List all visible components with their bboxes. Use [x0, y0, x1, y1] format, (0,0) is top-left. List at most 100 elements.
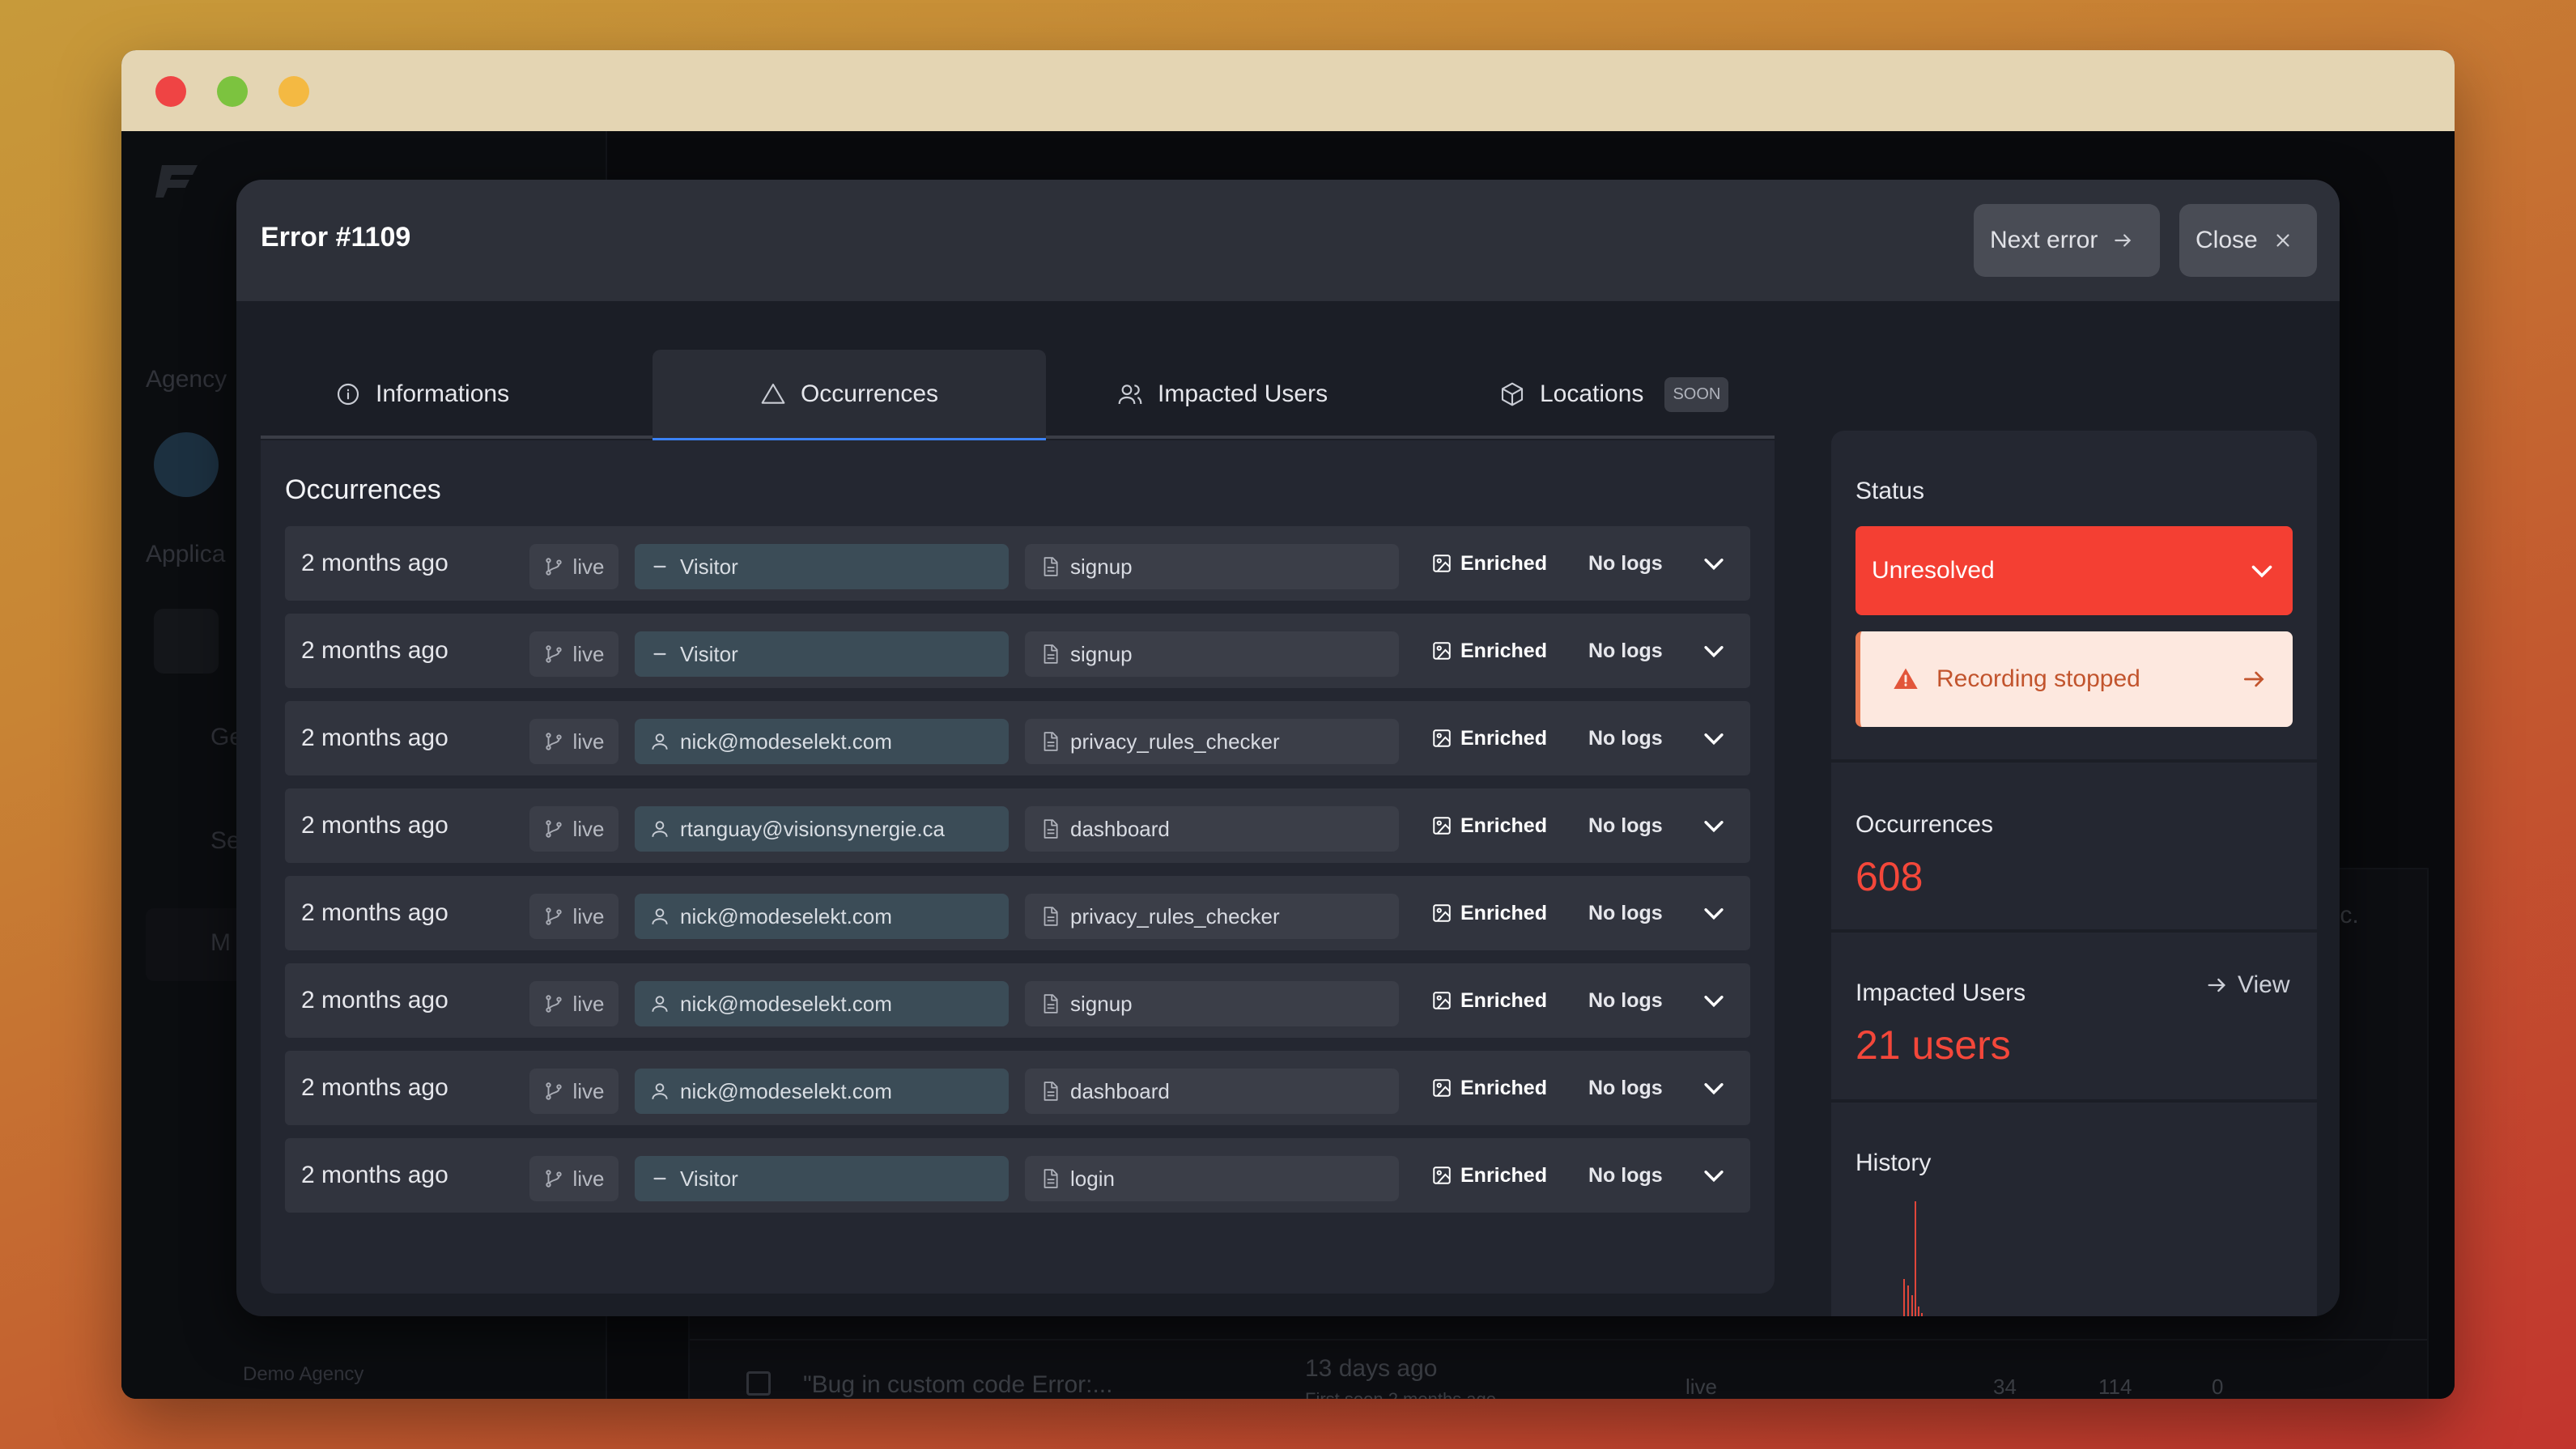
page-chip[interactable]: signup [1025, 631, 1399, 677]
environment-badge: live [529, 1156, 618, 1201]
enriched-badge: Enriched [1431, 1138, 1547, 1213]
expand-row-button[interactable] [1700, 876, 1728, 950]
occurrence-row[interactable]: 2 months ago live nick@modeselekt.com pr… [285, 876, 1750, 950]
user-icon [652, 821, 668, 837]
next-error-button[interactable]: Next error [1974, 204, 2160, 277]
occurrence-time: 2 months ago [301, 987, 448, 1013]
occurrence-row[interactable]: 2 months ago live nick@modeselekt.com da… [285, 1051, 1750, 1125]
expand-row-button[interactable] [1700, 963, 1728, 1038]
environment-label: live [572, 816, 605, 841]
expand-row-button[interactable] [1700, 1138, 1728, 1213]
expand-row-button[interactable] [1700, 788, 1728, 863]
page-chip[interactable]: login [1025, 1156, 1399, 1201]
branch-icon [546, 733, 563, 750]
occurrence-row[interactable]: 2 months ago live Visitor signup Enriche… [285, 526, 1750, 601]
branch-icon [546, 558, 563, 576]
user-chip[interactable]: Visitor [635, 1156, 1009, 1201]
chevron-down-icon [1704, 1083, 1724, 1095]
enriched-label: Enriched [1460, 1076, 1547, 1099]
environment-label: live [572, 641, 605, 666]
user-chip[interactable]: nick@modeselekt.com [635, 719, 1009, 764]
app-window: Agency Applica Ge Se M Demo Agency Rec. … [121, 50, 2455, 1399]
enriched-badge: Enriched [1431, 788, 1547, 863]
image-icon [1433, 817, 1451, 835]
info-icon [337, 383, 359, 406]
environment-badge: live [529, 719, 618, 764]
occurrence-row[interactable]: 2 months ago live rtanguay@visionsynergi… [285, 788, 1750, 863]
occurrence-time: 2 months ago [301, 637, 448, 664]
occurrence-time: 2 months ago [301, 724, 448, 751]
window-titlebar [121, 50, 2455, 131]
user-label: nick@modeselekt.com [680, 903, 892, 928]
user-chip[interactable]: Visitor [635, 631, 1009, 677]
tab-locations[interactable]: Locations SOON [1499, 350, 1729, 439]
page-label: login [1070, 1166, 1115, 1191]
user-icon [652, 908, 668, 924]
environment-label: live [572, 1166, 605, 1191]
page-chip[interactable]: signup [1025, 981, 1399, 1026]
occurrence-row[interactable]: 2 months ago live nick@modeselekt.com si… [285, 963, 1750, 1038]
close-label: Close [2196, 227, 2258, 253]
page-chip[interactable]: dashboard [1025, 806, 1399, 852]
status-value: Unresolved [1872, 557, 1995, 584]
occurrence-time: 2 months ago [301, 899, 448, 926]
page-chip[interactable]: dashboard [1025, 1069, 1399, 1114]
enriched-label: Enriched [1460, 726, 1547, 750]
enriched-label: Enriched [1460, 639, 1547, 662]
recording-stopped-card[interactable]: Recording stopped [1855, 631, 2293, 727]
occurrence-time: 2 months ago [301, 812, 448, 839]
logs-status: No logs [1588, 901, 1663, 924]
chevron-down-icon [1704, 821, 1724, 833]
user-chip[interactable]: nick@modeselekt.com [635, 981, 1009, 1026]
occurrence-row[interactable]: 2 months ago live nick@modeselekt.com pr… [285, 701, 1750, 775]
close-window-button[interactable] [155, 76, 186, 107]
user-label: nick@modeselekt.com [680, 991, 892, 1016]
status-dropdown[interactable]: Unresolved [1855, 526, 2293, 615]
environment-badge: live [529, 544, 618, 589]
occurrence-row[interactable]: 2 months ago live Visitor login Enriched… [285, 1138, 1750, 1213]
enriched-badge: Enriched [1431, 963, 1547, 1038]
environment-badge: live [529, 894, 618, 939]
enriched-label: Enriched [1460, 1163, 1547, 1187]
expand-row-button[interactable] [1700, 701, 1728, 775]
environment-badge: live [529, 981, 618, 1026]
enriched-label: Enriched [1460, 814, 1547, 837]
occurrence-time: 2 months ago [301, 1162, 448, 1188]
branch-icon [546, 820, 563, 838]
expand-row-button[interactable] [1700, 526, 1728, 601]
expand-row-button[interactable] [1700, 1051, 1728, 1125]
tab-occurrences[interactable]: Occurrences [653, 350, 1046, 442]
page-chip[interactable]: signup [1025, 544, 1399, 589]
enriched-badge: Enriched [1431, 876, 1547, 950]
user-chip[interactable]: rtanguay@visionsynergie.ca [635, 806, 1009, 852]
expand-row-button[interactable] [1700, 614, 1728, 688]
minimize-window-button[interactable] [278, 76, 309, 107]
user-chip[interactable]: nick@modeselekt.com [635, 1069, 1009, 1114]
file-icon [1044, 732, 1058, 751]
maximize-window-button[interactable] [217, 76, 248, 107]
environment-label: live [572, 554, 605, 579]
close-button[interactable]: Close [2179, 204, 2317, 277]
warning-icon [1894, 668, 1918, 689]
environment-label: live [572, 1078, 605, 1103]
user-label: rtanguay@visionsynergie.ca [680, 816, 946, 841]
user-label: nick@modeselekt.com [680, 1078, 892, 1103]
branch-icon [546, 1170, 563, 1188]
chevron-down-icon [1704, 908, 1724, 920]
modal-header: Error #1109 Next error Close [236, 180, 2340, 301]
impacted-users-label: Impacted Users [1855, 979, 2026, 1006]
close-icon [2276, 234, 2289, 247]
tab-impacted-users[interactable]: Impacted Users [1117, 350, 1328, 439]
occurrence-row[interactable]: 2 months ago live Visitor signup Enriche… [285, 614, 1750, 688]
occurrences-label: Occurrences [1855, 811, 1994, 838]
chevron-down-icon [1704, 996, 1724, 1008]
user-chip[interactable]: nick@modeselekt.com [635, 894, 1009, 939]
tab-informations[interactable]: Informations [335, 350, 509, 439]
view-users-link[interactable]: View [2205, 971, 2289, 999]
user-chip[interactable]: Visitor [635, 544, 1009, 589]
page-chip[interactable]: privacy_rules_checker [1025, 719, 1399, 764]
dash-icon [653, 565, 666, 568]
enriched-badge: Enriched [1431, 526, 1547, 601]
user-label: nick@modeselekt.com [680, 729, 892, 754]
page-chip[interactable]: privacy_rules_checker [1025, 894, 1399, 939]
